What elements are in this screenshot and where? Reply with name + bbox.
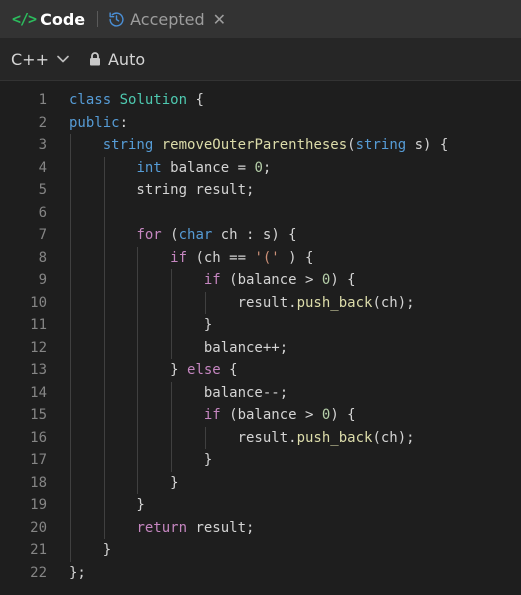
line-number: 11 (30, 317, 47, 333)
code-line[interactable]: 6 (0, 202, 521, 225)
code-text: string removeOuterParentheses(string s) … (102, 137, 449, 153)
line-number: 17 (30, 452, 47, 468)
code-text: balance--; (69, 384, 289, 401)
line-number: 6 (38, 204, 47, 221)
code-text: if (balance > 0) { (203, 407, 356, 423)
code-line[interactable]: 2 public: (0, 112, 521, 135)
tab-code[interactable]: </> Code (12, 0, 85, 38)
code-line[interactable]: 20 return result; (0, 517, 521, 540)
lock-icon (89, 52, 100, 66)
line-number: 2 (38, 114, 47, 131)
code-line[interactable]: 13 } else { (0, 359, 521, 382)
close-icon[interactable]: ✕ (213, 10, 226, 29)
code-text: } (69, 452, 213, 468)
code-text: if (ch == '(' ) { (170, 249, 314, 266)
code-line[interactable]: 10 result.push_back(ch); (0, 292, 521, 315)
auto-label: Auto (107, 49, 146, 69)
language-label: C++ (11, 49, 49, 69)
code-text: result.push_back(ch); (69, 429, 415, 446)
code-text: return result; (136, 519, 255, 536)
code-line[interactable]: 3 string removeOuterParentheses(string s… (0, 134, 521, 157)
editor-toolbar: C++ Auto (0, 38, 521, 81)
code-text: int balance = 0; (136, 159, 272, 176)
language-select[interactable]: C++ (11, 50, 69, 69)
chevron-down-icon (57, 55, 69, 63)
code-text: } else { (69, 362, 238, 378)
code-line[interactable]: 18 } (0, 472, 521, 495)
tab-code-label: Code (40, 9, 86, 29)
line-number: 15 (30, 407, 47, 423)
line-number: 10 (30, 294, 47, 311)
code-text: for (char ch : s) { (136, 227, 297, 243)
line-number: 14 (30, 384, 47, 401)
code-line[interactable]: 14 balance--; (0, 382, 521, 405)
code-text: result.push_back(ch); (69, 294, 415, 311)
history-icon (109, 11, 124, 27)
code-area[interactable]: 1 class Solution { 2 public: 3 string remove… (0, 81, 521, 595)
code-text: balance++; (69, 339, 289, 356)
line-number: 7 (38, 227, 47, 243)
code-line[interactable]: 21 } (0, 539, 521, 562)
line-number: 12 (30, 339, 47, 356)
line-number: 19 (30, 497, 47, 513)
code-line[interactable]: 16 result.push_back(ch); (0, 427, 521, 450)
code-line[interactable]: 15 if (balance > 0) { (0, 404, 521, 427)
line-number: 21 (30, 542, 47, 558)
code-text: public: (69, 114, 129, 131)
line-number: 20 (30, 519, 47, 536)
tab-divider (97, 11, 99, 27)
code-text: class Solution { (69, 92, 204, 108)
code-line[interactable]: 12 balance++; (0, 337, 521, 360)
line-number: 22 (30, 564, 47, 581)
code-text: } (69, 542, 112, 558)
code-text: string result; (69, 182, 255, 198)
code-text: if (balance > 0) { (203, 272, 356, 288)
line-number: 1 (38, 92, 47, 108)
code-line[interactable]: 8 if (ch == '(' ) { (0, 247, 521, 270)
code-line[interactable]: 22}; (0, 562, 521, 585)
tab-bar: </> Code Accepted ✕ (0, 0, 521, 38)
tab-accepted-label: Accepted (130, 9, 205, 29)
code-text: }; (69, 564, 86, 581)
code-line[interactable]: 17 } (0, 449, 521, 472)
line-number: 18 (30, 474, 47, 491)
code-line[interactable]: 11 } (0, 314, 521, 337)
code-editor-panel: </> Code Accepted ✕ C++ Auto 1 class Sol… (0, 0, 521, 595)
code-line[interactable]: 7 for (char ch : s) { (0, 224, 521, 247)
line-number: 9 (38, 272, 47, 288)
line-number: 13 (30, 362, 47, 378)
code-line[interactable]: 19 } (0, 494, 521, 517)
line-number: 8 (38, 249, 47, 266)
code-line[interactable]: 1 class Solution { (0, 89, 521, 112)
line-number: 3 (38, 137, 47, 153)
code-text: } (69, 474, 179, 491)
code-text: } (69, 497, 145, 513)
code-line[interactable]: 5 string result; (0, 179, 521, 202)
auto-mode-button[interactable]: Auto (89, 50, 145, 69)
code-line[interactable]: 4 int balance = 0; (0, 157, 521, 180)
code-icon: </> (12, 10, 37, 28)
line-number: 4 (38, 159, 47, 176)
tab-accepted[interactable]: Accepted ✕ (108, 0, 226, 38)
line-number: 5 (38, 182, 47, 198)
code-text: } (69, 317, 213, 333)
code-line[interactable]: 9 if (balance > 0) { (0, 269, 521, 292)
line-number: 16 (30, 429, 47, 446)
